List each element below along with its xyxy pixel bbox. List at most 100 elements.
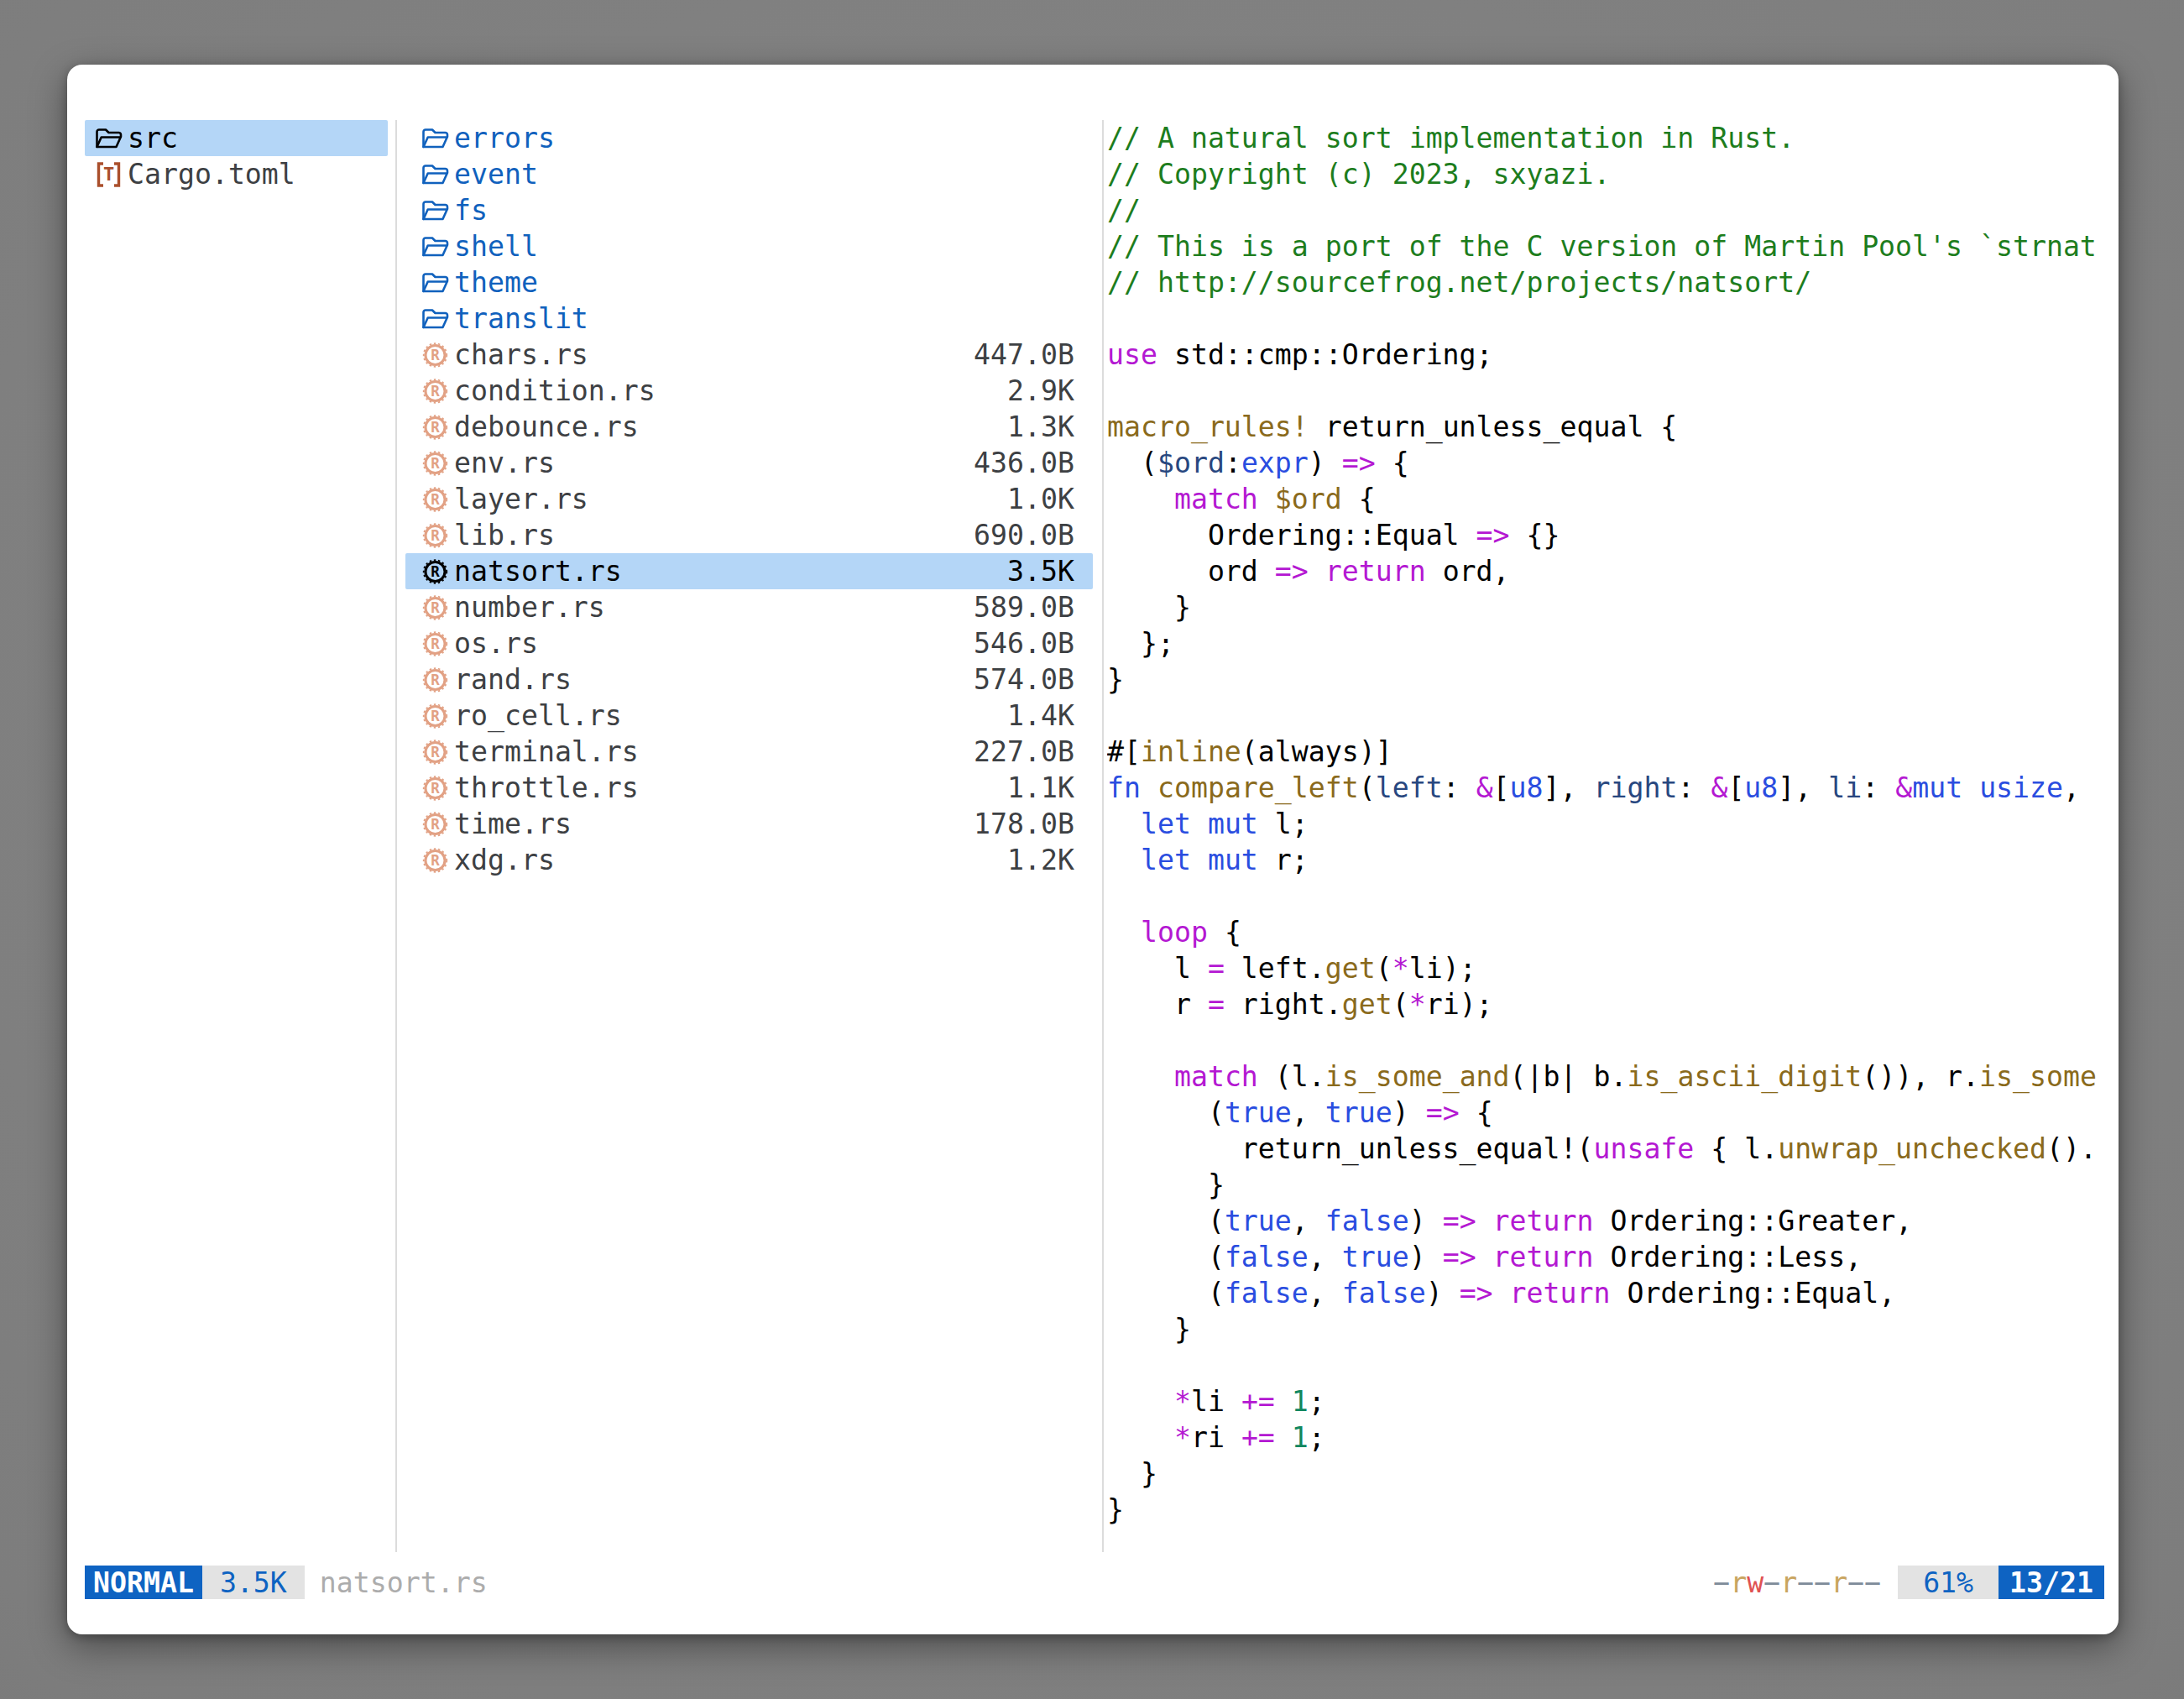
- file-row[interactable]: Rcondition.rs2.9K: [405, 373, 1093, 409]
- code-line: (true, false) => return Ordering::Greate…: [1107, 1203, 2103, 1239]
- current-pane: errorseventfsshellthemetranslitRchars.rs…: [405, 120, 1093, 878]
- svg-text:R: R: [431, 816, 440, 833]
- svg-text:T: T: [103, 164, 114, 185]
- file-size: 1.3K: [1007, 409, 1093, 445]
- code-line: [1107, 301, 2103, 337]
- svg-text:R: R: [431, 347, 440, 363]
- file-row[interactable]: theme: [405, 264, 1093, 301]
- file-size: 1.1K: [1007, 770, 1093, 806]
- file-name: env.rs: [454, 445, 555, 481]
- svg-text:R: R: [431, 708, 440, 724]
- file-name: theme: [454, 264, 538, 301]
- code-line: (true, true) => {: [1107, 1095, 2103, 1131]
- rust-file-icon: R: [421, 520, 449, 551]
- svg-text:R: R: [431, 527, 440, 544]
- code-line: };: [1107, 625, 2103, 661]
- rust-file-icon: R: [421, 376, 449, 406]
- code-line: loop {: [1107, 914, 2103, 950]
- code-line: }: [1107, 661, 2103, 698]
- pane-separator-left: [395, 120, 397, 1552]
- file-row[interactable]: Rxdg.rs1.2K: [405, 842, 1093, 878]
- file-row[interactable]: Rtime.rs 178.0B: [405, 806, 1093, 842]
- file-row[interactable]: Rlib.rs690.0B: [405, 517, 1093, 553]
- file-size: 178.0B: [974, 806, 1093, 842]
- code-line: // This is a port of the C version of Ma…: [1107, 228, 2103, 264]
- file-row[interactable]: translit: [405, 301, 1093, 337]
- code-line: l = left.get(*li);: [1107, 950, 2103, 986]
- rust-file-icon: R: [421, 412, 449, 442]
- file-name: event: [454, 156, 538, 192]
- rust-file-icon: R: [421, 665, 449, 695]
- file-name: throttle.rs: [454, 770, 639, 806]
- file-row[interactable]: T Cargo.toml: [85, 156, 388, 192]
- folder-icon: [421, 304, 449, 334]
- file-row[interactable]: event: [405, 156, 1093, 192]
- file-row[interactable]: Rterminal.rs 227.0B: [405, 734, 1093, 770]
- file-row[interactable]: Rdebounce.rs 1.3K: [405, 409, 1093, 445]
- file-name: translit: [454, 301, 588, 337]
- file-row[interactable]: Rchars.rs447.0B: [405, 337, 1093, 373]
- svg-text:R: R: [431, 563, 440, 580]
- file-row[interactable]: shell: [405, 228, 1093, 264]
- file-name: time.rs: [454, 806, 572, 842]
- file-size: 2.9K: [1007, 373, 1093, 409]
- file-row[interactable]: errors: [405, 120, 1093, 156]
- code-line: *li += 1;: [1107, 1383, 2103, 1419]
- folder-icon: [95, 123, 123, 154]
- status-bar: NORMAL 3.5K natsort.rs −rw−r−−r−− 61% 13…: [85, 1566, 2104, 1599]
- code-line: // http://sourcefrog.net/projects/natsor…: [1107, 264, 2103, 301]
- file-name: ro_cell.rs: [454, 698, 622, 734]
- file-size: 436.0B: [974, 445, 1093, 481]
- code-line: [1107, 1347, 2103, 1383]
- position-badge: 13/21: [1999, 1566, 2104, 1599]
- rust-file-icon: R: [421, 340, 449, 370]
- code-line: return_unless_equal!(unsafe { l.unwrap_u…: [1107, 1131, 2103, 1167]
- file-row[interactable]: fs: [405, 192, 1093, 228]
- file-row[interactable]: Rlayer.rs1.0K: [405, 481, 1093, 517]
- code-line: // A natural sort implementation in Rust…: [1107, 120, 2103, 156]
- file-name: terminal.rs: [454, 734, 639, 770]
- svg-text:R: R: [431, 419, 440, 436]
- folder-icon: [421, 123, 449, 154]
- file-size: 1.4K: [1007, 698, 1093, 734]
- code-line: use std::cmp::Ordering;: [1107, 337, 2103, 373]
- mode-badge: NORMAL: [85, 1566, 202, 1599]
- file-name: natsort.rs: [454, 553, 622, 589]
- code-line: [1107, 373, 2103, 409]
- code-line: [1107, 1022, 2103, 1059]
- code-line: match (l.is_some_and(|b| b.is_ascii_digi…: [1107, 1059, 2103, 1095]
- file-name: errors: [454, 120, 555, 156]
- file-name: Cargo.toml: [128, 156, 295, 192]
- code-line: let mut l;: [1107, 806, 2103, 842]
- file-name: debounce.rs: [454, 409, 639, 445]
- file-size: 574.0B: [974, 661, 1093, 698]
- file-row[interactable]: Rnatsort.rs 3.5K: [405, 553, 1093, 589]
- code-line: (false, true) => return Ordering::Less,: [1107, 1239, 2103, 1275]
- code-line: [1107, 878, 2103, 914]
- file-row[interactable]: Rro_cell.rs 1.4K: [405, 698, 1093, 734]
- preview-pane: // A natural sort implementation in Rust…: [1107, 120, 2103, 1528]
- code-line: let mut r;: [1107, 842, 2103, 878]
- pane-separator-right: [1102, 120, 1104, 1552]
- file-row[interactable]: Rnumber.rs589.0B: [405, 589, 1093, 625]
- code-line: // Copyright (c) 2023, sxyazi.: [1107, 156, 2103, 192]
- file-size: 546.0B: [974, 625, 1093, 661]
- file-size: 589.0B: [974, 589, 1093, 625]
- file-name: number.rs: [454, 589, 605, 625]
- file-size: 3.5K: [1007, 553, 1093, 589]
- file-row[interactable]: Rrand.rs574.0B: [405, 661, 1093, 698]
- file-size: 1.2K: [1007, 842, 1093, 878]
- file-name: xdg.rs: [454, 842, 555, 878]
- rust-file-icon: R: [421, 773, 449, 803]
- file-row[interactable]: src: [85, 120, 388, 156]
- rust-file-icon: R: [421, 809, 449, 839]
- file-size: 1.0K: [1007, 481, 1093, 517]
- file-row[interactable]: Rthrottle.rs 1.1K: [405, 770, 1093, 806]
- file-row[interactable]: Renv.rs436.0B: [405, 445, 1093, 481]
- file-row[interactable]: Ros.rs546.0B: [405, 625, 1093, 661]
- scroll-percent-badge: 61%: [1898, 1566, 1999, 1599]
- svg-text:R: R: [431, 744, 440, 761]
- folder-icon: [421, 196, 449, 226]
- file-name: lib.rs: [454, 517, 555, 553]
- file-size: 227.0B: [974, 734, 1093, 770]
